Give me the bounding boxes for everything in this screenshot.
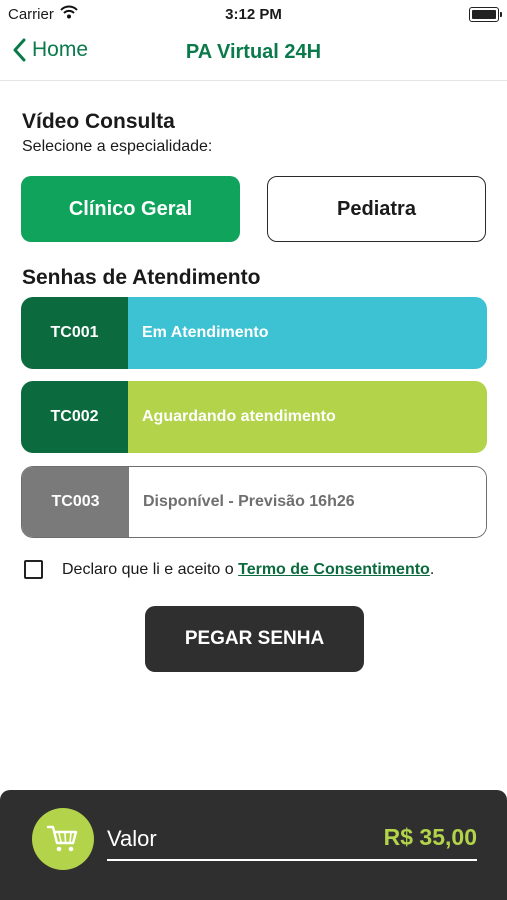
specialty-button-clinico-geral[interactable]: Clínico Geral — [21, 176, 240, 242]
section-title-tickets: Senhas de Atendimento — [22, 266, 261, 289]
navigation-bar: Home PA Virtual 24H — [0, 28, 507, 81]
battery-icon — [469, 7, 502, 22]
ticket-status: Aguardando atendimento — [128, 381, 487, 453]
price-label: Valor — [107, 826, 157, 851]
cart-icon — [46, 825, 78, 852]
ticket-code: TC002 — [21, 381, 128, 453]
consent-row: Declaro que li e aceito o Termo de Conse… — [24, 560, 434, 579]
price-bar: Valor R$ 35,00 — [0, 790, 507, 900]
consent-terms-link[interactable]: Termo de Consentimento — [238, 561, 430, 579]
specialty-button-pediatra[interactable]: Pediatra — [267, 176, 486, 242]
specialty-prompt: Selecione a especialidade: — [22, 138, 213, 155]
price-divider — [107, 859, 477, 861]
consent-text: Declaro que li e aceito o — [62, 560, 239, 578]
ticket-row[interactable]: TC002 Aguardando atendimento — [21, 381, 487, 453]
ticket-code: TC003 — [22, 467, 129, 537]
ticket-status: Disponível - Previsão 16h26 — [129, 467, 486, 537]
get-ticket-button[interactable]: PEGAR SENHA — [145, 606, 364, 672]
price-value: R$ 35,00 — [383, 824, 477, 850]
consent-checkbox[interactable] — [24, 560, 43, 579]
consent-period: . — [429, 560, 435, 578]
ticket-row[interactable]: TC001 Em Atendimento — [21, 297, 487, 369]
status-time: 3:12 PM — [225, 6, 282, 23]
ticket-row[interactable]: TC003 Disponível - Previsão 16h26 — [21, 466, 487, 538]
ticket-status: Em Atendimento — [128, 297, 487, 369]
status-bar: Carrier 3:12 PM — [0, 0, 507, 28]
cart-button[interactable] — [32, 808, 94, 870]
ticket-code: TC001 — [21, 297, 128, 369]
page-title: PA Virtual 24H — [185, 41, 322, 63]
section-title-video-consult: Vídeo Consulta — [22, 110, 175, 133]
